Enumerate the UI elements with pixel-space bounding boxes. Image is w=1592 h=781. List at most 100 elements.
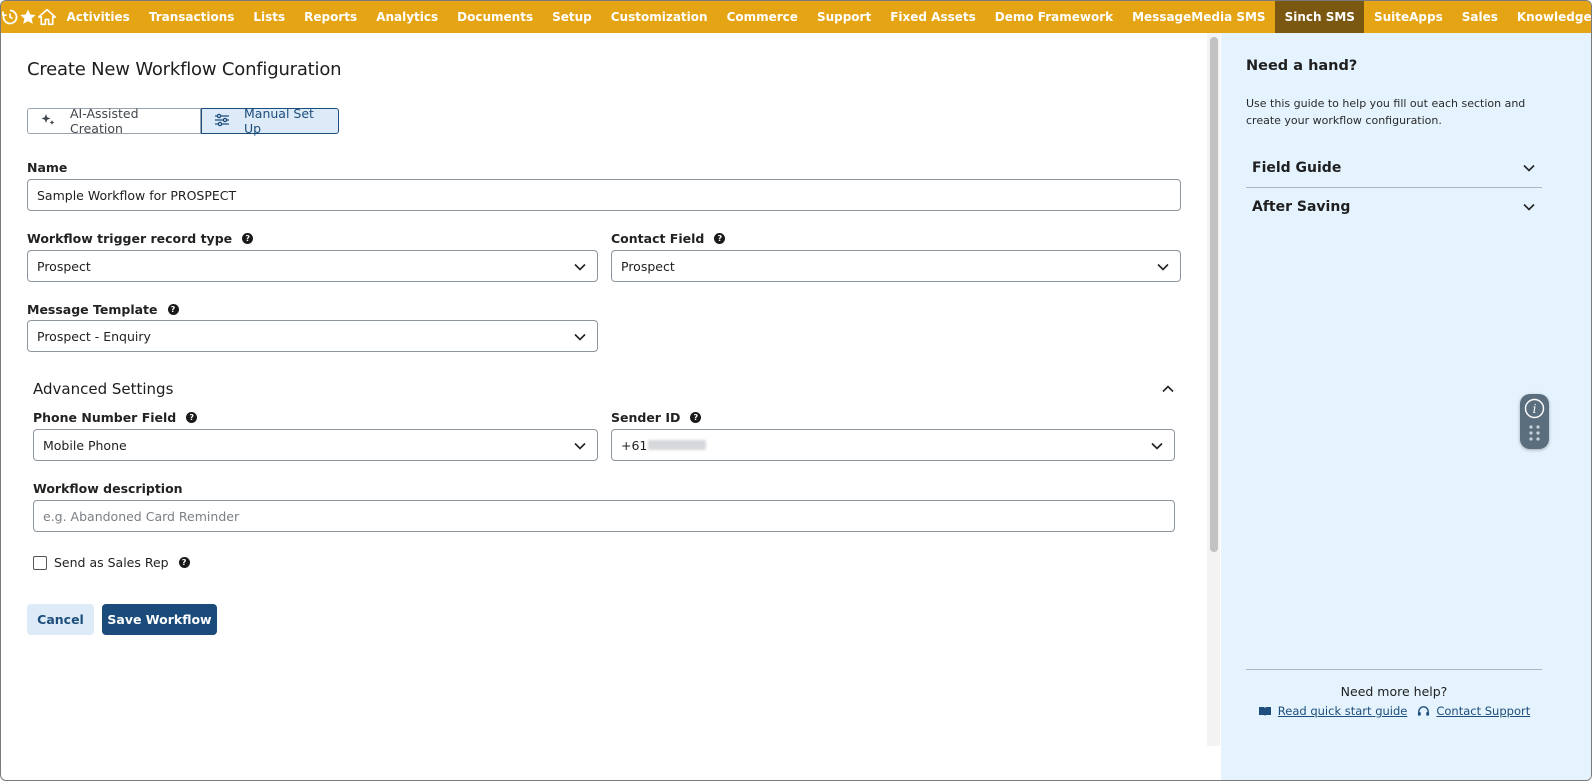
cancel-button[interactable]: Cancel bbox=[27, 604, 94, 635]
nav-knowledge-base[interactable]: Knowledge Base bbox=[1507, 1, 1591, 33]
workflow-description-input[interactable]: e.g. Abandoned Card Reminder bbox=[33, 500, 1175, 532]
floating-help-widget[interactable]: i bbox=[1520, 394, 1549, 449]
send-as-sales-rep-label: Send as Sales Rep ? bbox=[54, 555, 190, 570]
sender-select-value: +61 bbox=[621, 437, 648, 453]
name-input[interactable]: Sample Workflow for PROSPECT bbox=[27, 179, 1181, 211]
chevron-down-icon bbox=[1523, 164, 1535, 172]
phone-label-text: Phone Number Field bbox=[33, 410, 177, 425]
field-guide-accordion[interactable]: Field Guide bbox=[1246, 149, 1542, 187]
nav-messagemedia-sms[interactable]: MessageMedia SMS bbox=[1123, 1, 1275, 33]
chevron-down-icon bbox=[574, 333, 586, 341]
manual-setup-label: Manual Set Up bbox=[244, 106, 314, 136]
nav-documents[interactable]: Documents bbox=[448, 1, 543, 33]
nav-fixed-assets[interactable]: Fixed Assets bbox=[881, 1, 986, 33]
quick-start-guide-link[interactable]: Read quick start guide bbox=[1258, 704, 1408, 718]
quick-start-label: Read quick start guide bbox=[1277, 704, 1408, 718]
advanced-settings-title: Advanced Settings bbox=[33, 380, 174, 398]
workflow-description-label: Workflow description bbox=[33, 481, 183, 496]
nav-suiteapps[interactable]: SuiteApps bbox=[1364, 1, 1452, 33]
chevron-up-icon[interactable] bbox=[1161, 382, 1175, 396]
sliders-icon bbox=[214, 113, 230, 130]
grip-icon[interactable] bbox=[1528, 424, 1541, 444]
question-icon[interactable]: ? bbox=[242, 233, 254, 244]
name-label: Name bbox=[27, 160, 67, 175]
nav-commerce[interactable]: Commerce bbox=[717, 1, 807, 33]
nav-activities[interactable]: Activities bbox=[57, 1, 139, 33]
nav-setup[interactable]: Setup bbox=[543, 1, 602, 33]
home-icon[interactable] bbox=[37, 1, 57, 33]
after-saving-label: After Saving bbox=[1252, 199, 1351, 215]
question-icon[interactable]: ? bbox=[714, 233, 726, 244]
scrollbar-thumb[interactable] bbox=[1210, 37, 1218, 552]
ai-assisted-label: AI-Assisted Creation bbox=[70, 106, 139, 136]
workflow-form: Create New Workflow Configuration AI-Ass… bbox=[1, 33, 1223, 780]
manual-setup-tab[interactable]: Manual Set Up bbox=[201, 106, 339, 136]
nav-transactions[interactable]: Transactions bbox=[139, 1, 244, 33]
book-icon bbox=[1258, 707, 1271, 716]
nav-analytics[interactable]: Analytics bbox=[367, 1, 448, 33]
sparkle-icon bbox=[40, 113, 56, 130]
chevron-down-icon bbox=[1523, 203, 1535, 211]
app-window: Activities Transactions Lists Reports An… bbox=[0, 0, 1592, 781]
nav-reports[interactable]: Reports bbox=[295, 1, 367, 33]
top-nav: Activities Transactions Lists Reports An… bbox=[1, 1, 1591, 33]
sender-id-select[interactable]: +61 bbox=[611, 429, 1175, 461]
sender-id-label: Sender ID ? bbox=[611, 410, 702, 425]
question-icon[interactable]: ? bbox=[186, 412, 198, 423]
name-input-value: Sample Workflow for PROSPECT bbox=[37, 187, 237, 203]
message-template-label: Message Template ? bbox=[27, 302, 179, 317]
creation-mode-toggle: AI-Assisted Creation Manual Set Up bbox=[27, 106, 339, 136]
nav-lists[interactable]: Lists bbox=[244, 1, 295, 33]
contact-field-select[interactable]: Prospect bbox=[611, 250, 1181, 282]
description-label-text: Workflow description bbox=[33, 481, 183, 496]
trigger-label: Workflow trigger record type ? bbox=[27, 231, 254, 246]
contact-select-value: Prospect bbox=[621, 258, 675, 274]
contact-support-label: Contact Support bbox=[1436, 704, 1531, 718]
info-icon[interactable]: i bbox=[1524, 398, 1545, 419]
star-icon[interactable] bbox=[19, 1, 37, 33]
message-template-select[interactable]: Prospect - Enquiry bbox=[27, 320, 598, 352]
save-workflow-button[interactable]: Save Workflow bbox=[102, 604, 217, 635]
phone-number-field-select[interactable]: Mobile Phone bbox=[33, 429, 598, 461]
recent-icon[interactable] bbox=[1, 1, 19, 33]
nav-customization[interactable]: Customization bbox=[601, 1, 717, 33]
help-title: Need a hand? bbox=[1246, 58, 1358, 74]
redacted-number bbox=[648, 440, 707, 450]
trigger-select-value: Prospect bbox=[37, 258, 91, 274]
contact-support-link[interactable]: Contact Support bbox=[1417, 704, 1530, 718]
after-saving-accordion[interactable]: After Saving bbox=[1246, 188, 1542, 226]
contact-label-text: Contact Field bbox=[611, 231, 705, 246]
field-guide-label: Field Guide bbox=[1252, 160, 1342, 176]
need-more-help-text: Need more help? bbox=[1340, 684, 1448, 699]
chevron-down-icon bbox=[574, 263, 586, 271]
contact-field-label: Contact Field ? bbox=[611, 231, 726, 246]
nav-support[interactable]: Support bbox=[807, 1, 880, 33]
ai-assisted-tab[interactable]: AI-Assisted Creation bbox=[27, 106, 201, 136]
send-as-sales-rep-checkbox[interactable] bbox=[33, 556, 47, 570]
svg-text:i: i bbox=[1533, 402, 1537, 416]
nav-demo-framework[interactable]: Demo Framework bbox=[985, 1, 1122, 33]
sales-rep-label-text: Send as Sales Rep bbox=[54, 555, 169, 570]
chevron-down-icon bbox=[574, 442, 586, 450]
question-icon[interactable]: ? bbox=[167, 304, 179, 315]
description-placeholder: e.g. Abandoned Card Reminder bbox=[43, 508, 240, 524]
template-select-value: Prospect - Enquiry bbox=[37, 328, 151, 344]
headset-icon bbox=[1418, 705, 1430, 716]
nav-sales[interactable]: Sales bbox=[1452, 1, 1507, 33]
help-links: Read quick start guide Contact Support bbox=[1246, 704, 1542, 718]
chevron-down-icon bbox=[1151, 442, 1163, 450]
page-title: Create New Workflow Configuration bbox=[27, 59, 342, 80]
chevron-down-icon bbox=[1157, 263, 1169, 271]
trigger-label-text: Workflow trigger record type bbox=[27, 231, 233, 246]
question-icon[interactable]: ? bbox=[690, 412, 702, 423]
question-icon[interactable]: ? bbox=[178, 557, 190, 568]
trigger-record-type-select[interactable]: Prospect bbox=[27, 250, 598, 282]
phone-select-value: Mobile Phone bbox=[43, 437, 127, 453]
sender-label-text: Sender ID bbox=[611, 410, 681, 425]
phone-number-field-label: Phone Number Field ? bbox=[33, 410, 198, 425]
name-label-text: Name bbox=[27, 160, 68, 175]
help-description: Use this guide to help you fill out each… bbox=[1246, 97, 1526, 127]
help-footer-divider bbox=[1246, 669, 1542, 670]
template-label-text: Message Template bbox=[27, 302, 158, 317]
nav-sinch-sms[interactable]: Sinch SMS bbox=[1275, 1, 1365, 33]
